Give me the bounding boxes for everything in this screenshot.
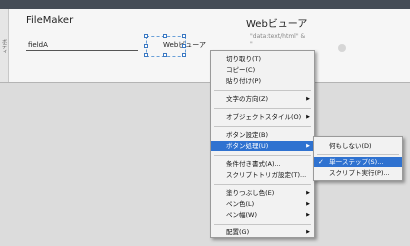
- menu-separator: [214, 108, 311, 109]
- menu-item-text-direction-label: 文字の方向(Z): [226, 95, 269, 103]
- resize-handle-n[interactable]: [163, 34, 167, 38]
- submenu-item-perform-script[interactable]: スクリプト実行(P)...: [314, 168, 402, 178]
- part-label: ボディ: [1, 39, 7, 54]
- menu-item-fill-color-label: 塗りつぶし色(E): [226, 189, 275, 197]
- menu-separator: [214, 224, 311, 225]
- submenu-arrow-icon: ▶: [306, 96, 310, 102]
- filemaker-heading: FileMaker: [26, 15, 74, 26]
- resize-handle-se[interactable]: [182, 53, 186, 57]
- menu-item-pen-width-label: ペン幅(W): [226, 211, 257, 219]
- submenu-item-do-nothing[interactable]: 何もしない(D): [314, 141, 402, 151]
- field-a-underline: [26, 50, 138, 51]
- resize-handle-nw[interactable]: [144, 34, 148, 38]
- menu-item-fill-color[interactable]: 塗りつぶし色(E) ▶: [211, 188, 314, 198]
- menu-item-cut[interactable]: 切り取り(T): [211, 54, 314, 64]
- top-toolbar: [0, 0, 410, 9]
- resize-handle-e[interactable]: [182, 44, 186, 48]
- menu-item-object-style[interactable]: オブジェクトスタイル(O) ▶: [211, 112, 314, 122]
- submenu-arrow-icon: ▶: [306, 212, 310, 218]
- context-menu: 切り取り(T) コピー(C) 貼り付け(P) 文字の方向(Z) ▶ オブジェクトス…: [210, 50, 315, 238]
- body-part-tab[interactable]: ボディ: [0, 9, 9, 82]
- menu-separator: [214, 90, 311, 91]
- menu-item-arrange[interactable]: 配置(G) ▶: [211, 227, 314, 237]
- resize-handle-ne[interactable]: [182, 34, 186, 38]
- menu-item-conditional-format[interactable]: 条件付き書式(A)...: [211, 159, 314, 169]
- menu-item-arrange-label: 配置(G): [226, 228, 250, 236]
- resize-handle-w[interactable]: [144, 44, 148, 48]
- menu-separator: [214, 155, 311, 156]
- menu-item-script-triggers[interactable]: スクリプトトリガ設定(T)...: [211, 170, 314, 180]
- resize-handle-sw[interactable]: [144, 53, 148, 57]
- menu-item-button-setup[interactable]: ボタン設定(B): [211, 130, 314, 140]
- menu-item-text-direction[interactable]: 文字の方向(Z) ▶: [211, 94, 314, 104]
- menu-item-object-style-label: オブジェクトスタイル(O): [226, 113, 302, 121]
- submenu-item-single-step[interactable]: ✓ 単一ステップ(S)...: [314, 157, 402, 167]
- menu-separator: [317, 154, 399, 155]
- menu-item-paste[interactable]: 貼り付け(P): [211, 76, 314, 86]
- menu-separator: [214, 126, 311, 127]
- webviewer-expression: "data:text/html" &: [250, 33, 306, 40]
- button-action-submenu: 何もしない(D) ✓ 単一ステップ(S)... スクリプト実行(P)...: [313, 136, 403, 181]
- submenu-arrow-icon: ▶: [306, 201, 310, 207]
- menu-item-copy[interactable]: コピー(C): [211, 65, 314, 75]
- submenu-arrow-icon: ▶: [306, 190, 310, 196]
- submenu-arrow-icon: ▶: [306, 229, 310, 235]
- resize-handle-s[interactable]: [163, 53, 167, 57]
- submenu-arrow-icon: ▶: [306, 143, 310, 149]
- menu-item-pen-width[interactable]: ペン幅(W) ▶: [211, 210, 314, 220]
- webviewer-expression-cont: ": [250, 41, 253, 48]
- field-a[interactable]: fieldA: [28, 41, 48, 49]
- submenu-arrow-icon: ▶: [306, 114, 310, 120]
- checkmark-icon: ✓: [318, 158, 324, 166]
- menu-item-button-action[interactable]: ボタン処理(U) ▶: [211, 141, 314, 151]
- menu-separator: [214, 184, 311, 185]
- webviewer-placeholder-icon: [338, 44, 346, 52]
- menu-item-pen-color[interactable]: ペン色(L) ▶: [211, 199, 314, 209]
- submenu-item-single-step-label: 単一ステップ(S)...: [329, 158, 384, 166]
- webviewer-heading: Webビューア: [246, 19, 308, 30]
- menu-item-pen-color-label: ペン色(L): [226, 200, 255, 208]
- menu-item-button-action-label: ボタン処理(U): [226, 142, 269, 150]
